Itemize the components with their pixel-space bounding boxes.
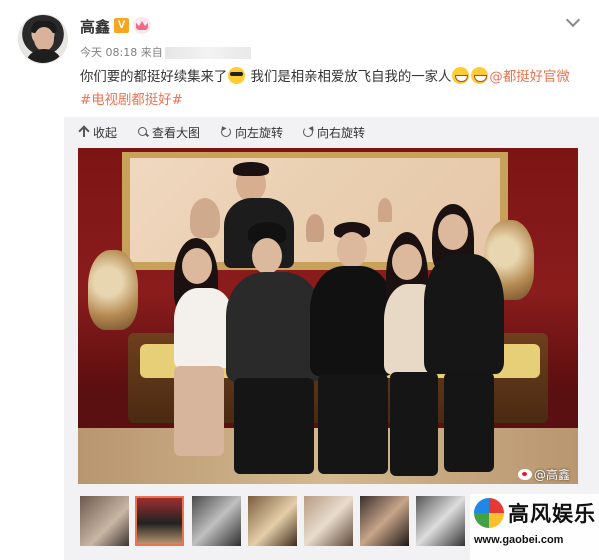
post-text-part1: 你们要的都挺好续集来了 [80, 70, 228, 85]
site-logo-title: 高风娱乐 [508, 501, 596, 526]
magnifier-icon [137, 126, 149, 138]
rotate-right-icon [302, 126, 314, 138]
thumbnail-1[interactable] [80, 496, 129, 546]
rotate-right-button[interactable]: 向右旋转 [302, 124, 365, 141]
thumbnail-4[interactable] [248, 496, 297, 546]
post-source-blurred [164, 47, 251, 59]
view-large-label: 查看大图 [152, 126, 201, 140]
post-source-prefix: 来自 [140, 46, 163, 59]
crown-icon [133, 17, 151, 34]
author-name[interactable]: 高鑫 [80, 16, 110, 37]
rotate-left-icon [220, 126, 232, 138]
avatar[interactable] [18, 14, 68, 64]
post-time[interactable]: 今天 08:18 [80, 46, 137, 59]
weibo-logo-icon [518, 469, 532, 480]
thumbnail-6[interactable] [360, 496, 409, 546]
post-text: 你们要的都挺好续集来了 我们是相亲相爱放飞自我的一家人 @都挺好官微 #电视剧都挺… [80, 66, 580, 112]
site-logo-mark [474, 498, 504, 528]
photo-watermark-text: @高鑫 [518, 466, 570, 483]
post-text-part2: 我们是相亲相爱放飞自我的一家人 [246, 70, 452, 85]
thumbnail-2[interactable] [135, 496, 184, 546]
main-photo[interactable] [78, 148, 578, 484]
thumbnail-7[interactable] [416, 496, 465, 546]
cool-emoji-icon [228, 67, 246, 84]
grin-emoji-icon [452, 67, 470, 84]
mention-link[interactable]: @都挺好官微 [489, 70, 569, 85]
site-logo-url: www.gaobei.com [474, 534, 564, 546]
post-meta: 今天 08:18 来自 [80, 44, 251, 60]
collapse-button[interactable]: 收起 [78, 124, 117, 141]
hashtag-link[interactable]: #电视剧都挺好# [80, 93, 183, 108]
collapse-label: 收起 [93, 126, 118, 140]
rotate-right-label: 向右旋转 [317, 126, 366, 140]
up-arrow-icon [78, 126, 90, 138]
thumbnail-5[interactable] [304, 496, 353, 546]
rotate-left-label: 向左旋转 [235, 126, 284, 140]
weibo-post: 高鑫 V 今天 08:18 来自 你们要的都挺好续集来了 我们是相亲相爱放飞自我… [0, 0, 599, 560]
grin-emoji-icon [471, 67, 489, 84]
watermark-label: @高鑫 [534, 468, 571, 482]
vase-left [88, 250, 138, 330]
site-logo: 高风娱乐 www.gaobei.com [470, 494, 599, 560]
verified-badge: V [114, 18, 129, 33]
thumbnail-3[interactable] [192, 496, 241, 546]
chevron-down-icon[interactable] [566, 14, 580, 28]
view-large-button[interactable]: 查看大图 [137, 124, 200, 141]
rotate-left-button[interactable]: 向左旋转 [220, 124, 283, 141]
